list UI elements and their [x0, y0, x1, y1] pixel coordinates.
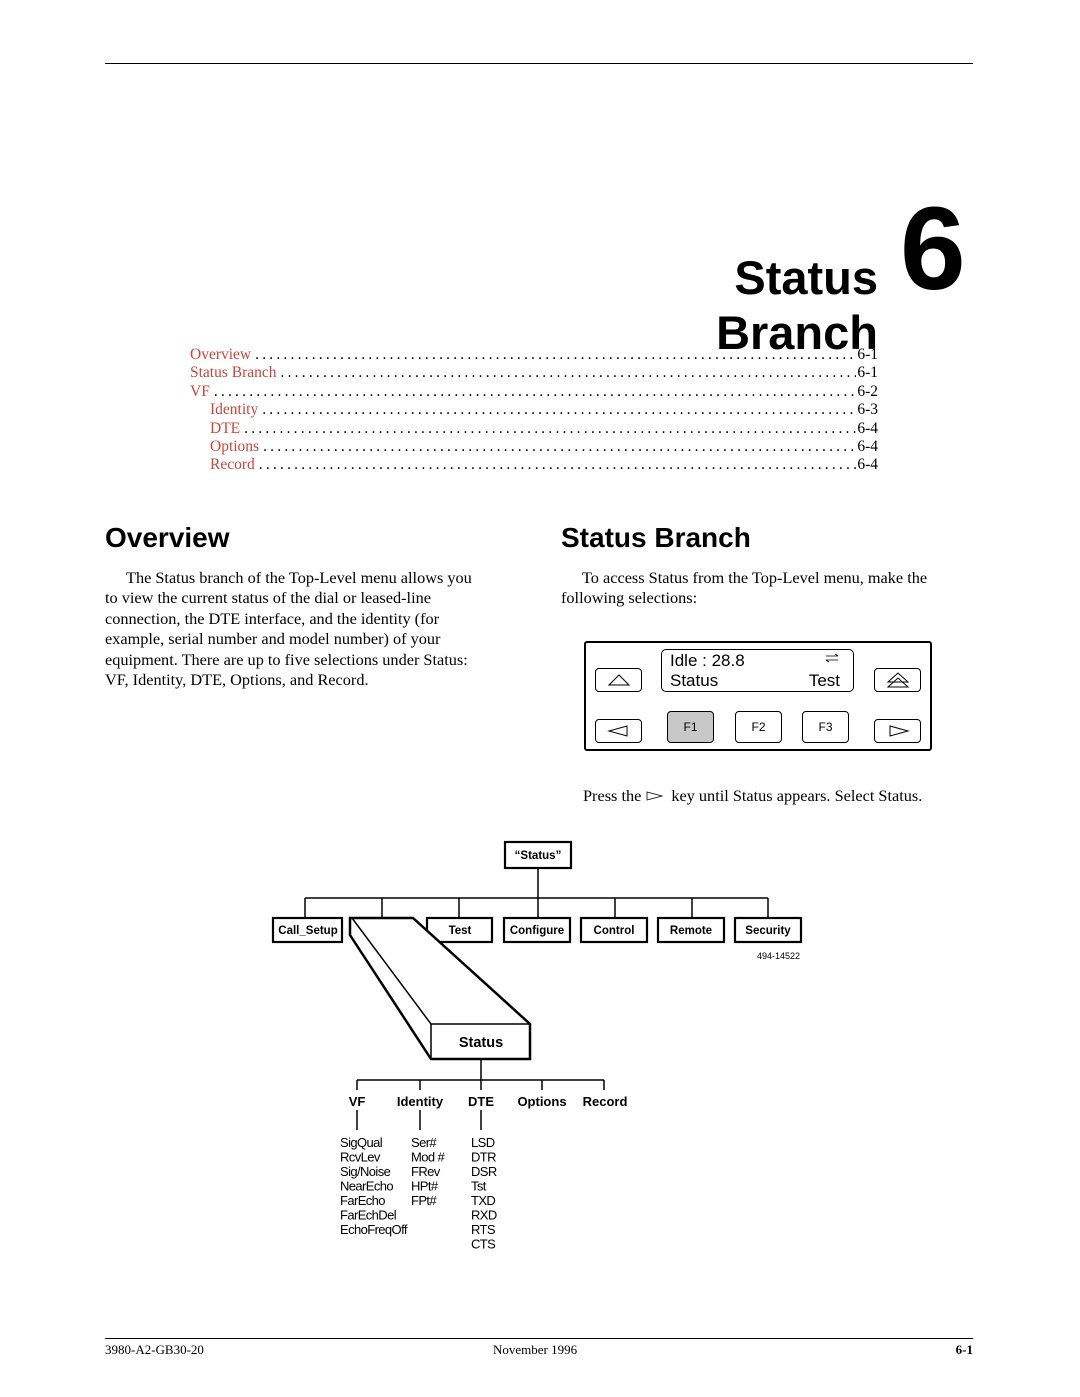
- footer-rule: [105, 1338, 973, 1339]
- branch-test: Test: [449, 925, 472, 937]
- leaf-item: FarEcho: [340, 1193, 385, 1208]
- leaf-item: RXD: [471, 1208, 497, 1223]
- leaf-item: FRev: [411, 1164, 441, 1179]
- leaf-item: DSR: [471, 1164, 497, 1179]
- root-label: “Status”: [515, 850, 562, 862]
- footer-page: 6-1: [955, 1342, 973, 1357]
- leaf-item: Tst: [471, 1179, 487, 1194]
- branch-control: Control: [594, 925, 635, 937]
- leaf-item: SigQual: [340, 1135, 383, 1150]
- leaf-item: HPt#: [411, 1179, 439, 1194]
- leaf-item: FPt#: [411, 1193, 437, 1208]
- leaf-item: LSD: [471, 1135, 495, 1150]
- footer-doc-number: 3980-A2-GB30-20: [105, 1342, 204, 1357]
- branch-configure: Configure: [510, 925, 564, 937]
- child-identity: Identity: [397, 1094, 444, 1109]
- child-record: Record: [583, 1094, 628, 1109]
- branch-call-setup: Call_Setup: [278, 925, 337, 937]
- leaf-item: RTS: [471, 1222, 496, 1237]
- leaf-item: TXD: [471, 1193, 495, 1208]
- leaf-item: NearEcho: [340, 1179, 393, 1194]
- expanded-label: Status: [459, 1035, 503, 1051]
- leaf-item: FarEchDel: [340, 1208, 397, 1223]
- leaf-item: Sig/Noise: [340, 1164, 391, 1179]
- footer-date: November 1996: [493, 1342, 578, 1357]
- child-dte: DTE: [468, 1094, 494, 1109]
- leaf-item: DTR: [471, 1150, 496, 1165]
- document-page: Status Branch 6 Overview................…: [0, 0, 1080, 1397]
- branch-security: Security: [745, 925, 791, 937]
- leaf-item: Mod #: [411, 1150, 446, 1165]
- child-vf: VF: [349, 1094, 366, 1109]
- branch-remote: Remote: [670, 925, 712, 937]
- figure-id: 494-14522: [757, 951, 800, 961]
- leaf-item: Ser#: [411, 1135, 437, 1150]
- menu-tree-diagram: “Status” Call_Setup Test Configure Contr…: [271, 840, 803, 1252]
- leaf-item: RcvLev: [340, 1150, 381, 1165]
- child-options: Options: [517, 1094, 566, 1109]
- leaf-item: CTS: [471, 1237, 496, 1252]
- leaf-item: EchoFreqOff: [340, 1222, 408, 1237]
